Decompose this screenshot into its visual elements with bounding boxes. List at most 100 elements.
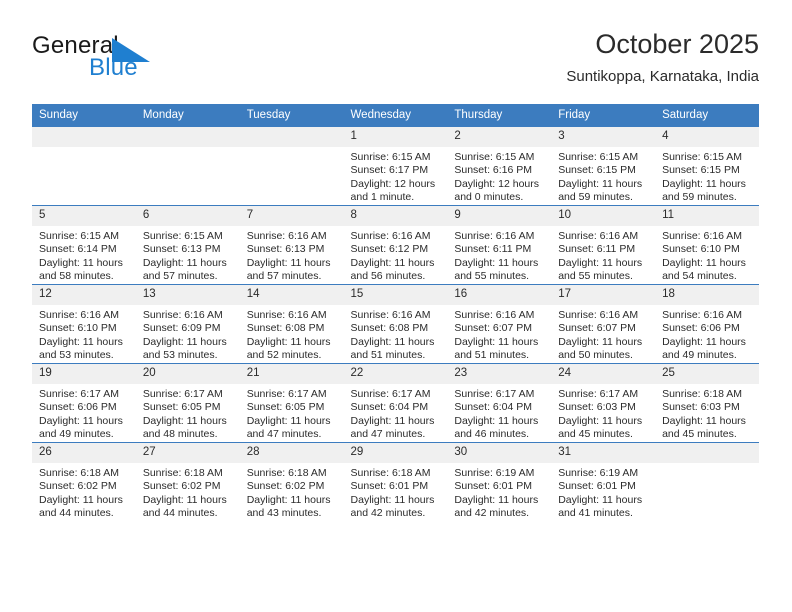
calendar-day-cell[interactable]: 4 Sunrise: 6:15 AM Sunset: 6:15 PM Daylight…: [655, 127, 759, 206]
sunrise-text: Sunrise: 6:17 AM: [350, 388, 431, 400]
calendar-day-cell[interactable]: 25 Sunrise: 6:18 AM Sunset: 6:03 PM Dayligh…: [655, 363, 759, 443]
day-details: Sunrise: 6:15 AM Sunset: 6:13 PM Daylight:…: [136, 226, 240, 284]
calendar-week-row: 1 Sunrise: 6:15 AM Sunset: 6:17 PM Daylight…: [32, 127, 759, 206]
day-details: Sunrise: 6:18 AM Sunset: 6:02 PM Daylight:…: [240, 463, 344, 521]
calendar-day-cell[interactable]: 30 Sunrise: 6:19 AM Sunset: 6:01 PM Dayligh…: [447, 442, 552, 521]
daylight-text: Daylight: 11 hours and 51 minutes.: [350, 335, 435, 362]
sunset-text: Sunset: 6:01 PM: [350, 480, 429, 493]
calendar-body: 1 Sunrise: 6:15 AM Sunset: 6:17 PM Daylight…: [32, 127, 759, 521]
day-details: Sunrise: 6:17 AM Sunset: 6:06 PM Daylight:…: [32, 384, 136, 442]
calendar-day-cell[interactable]: 6 Sunrise: 6:15 AM Sunset: 6:13 PM Daylight…: [135, 205, 240, 285]
calendar-day-cell[interactable]: 20 Sunrise: 6:17 AM Sunset: 6:05 PM Dayligh…: [135, 363, 240, 443]
sunrise-text: Sunrise: 6:15 AM: [454, 151, 535, 163]
day-details: Sunrise: 6:16 AM Sunset: 6:09 PM Daylight:…: [136, 305, 240, 363]
daylight-text: Daylight: 11 hours and 59 minutes.: [662, 177, 746, 204]
calendar-day-cell[interactable]: 7 Sunrise: 6:16 AM Sunset: 6:13 PM Daylight…: [239, 205, 344, 285]
day-number: 5: [32, 206, 136, 226]
calendar-day-cell[interactable]: 23 Sunrise: 6:17 AM Sunset: 6:04 PM Dayligh…: [447, 363, 552, 443]
calendar-day-cell[interactable]: 19 Sunrise: 6:17 AM Sunset: 6:06 PM Dayligh…: [32, 363, 136, 443]
calendar-day-cell[interactable]: 15 Sunrise: 6:16 AM Sunset: 6:08 PM Dayligh…: [343, 284, 448, 364]
calendar-day-cell[interactable]: 13 Sunrise: 6:16 AM Sunset: 6:09 PM Dayligh…: [135, 284, 240, 364]
day-details: Sunrise: 6:19 AM Sunset: 6:01 PM Daylight:…: [551, 463, 655, 521]
calendar-day-cell[interactable]: 24 Sunrise: 6:17 AM Sunset: 6:03 PM Dayligh…: [551, 363, 656, 443]
day-details: Sunrise: 6:15 AM Sunset: 6:15 PM Daylight:…: [655, 147, 759, 205]
sunrise-text: Sunrise: 6:15 AM: [558, 151, 639, 163]
calendar-day-cell[interactable]: 26 Sunrise: 6:18 AM Sunset: 6:02 PM Dayligh…: [32, 442, 136, 521]
sunset-text: Sunset: 6:14 PM: [39, 243, 117, 256]
daylight-text: Daylight: 11 hours and 41 minutes.: [558, 493, 643, 520]
calendar-day-cell[interactable]: 17 Sunrise: 6:16 AM Sunset: 6:07 PM Dayligh…: [551, 284, 656, 364]
calendar-day-cell[interactable]: 9 Sunrise: 6:16 AM Sunset: 6:11 PM Daylight…: [447, 205, 552, 285]
sunrise-text: Sunrise: 6:16 AM: [350, 230, 431, 242]
calendar-table: Sunday Monday Tuesday Wednesday Thursday…: [32, 104, 759, 521]
sunrise-text: Sunrise: 6:18 AM: [350, 467, 431, 479]
sunrise-text: Sunrise: 6:16 AM: [246, 230, 327, 242]
calendar-day-cell[interactable]: 27 Sunrise: 6:18 AM Sunset: 6:02 PM Dayligh…: [135, 442, 240, 521]
calendar-day-cell[interactable]: 31 Sunrise: 6:19 AM Sunset: 6:01 PM Dayligh…: [551, 442, 656, 521]
day-number: 31: [551, 443, 656, 463]
calendar-day-cell[interactable]: 8 Sunrise: 6:16 AM Sunset: 6:12 PM Daylight…: [343, 205, 448, 285]
sunset-text: Sunset: 6:06 PM: [39, 401, 117, 414]
calendar-day-cell[interactable]: 28 Sunrise: 6:18 AM Sunset: 6:02 PM Dayligh…: [239, 442, 344, 521]
daylight-text: Daylight: 11 hours and 47 minutes.: [246, 414, 331, 441]
day-number: [32, 127, 136, 147]
calendar-day-cell[interactable]: 18 Sunrise: 6:16 AM Sunset: 6:06 PM Dayligh…: [655, 284, 759, 364]
calendar-week-row: 12 Sunrise: 6:16 AM Sunset: 6:10 PM Dayligh…: [32, 284, 759, 364]
sunset-text: Sunset: 6:16 PM: [454, 164, 533, 177]
day-number: 27: [135, 443, 240, 463]
daylight-text: Daylight: 12 hours and 0 minutes.: [454, 177, 540, 204]
day-number: [655, 443, 759, 463]
calendar-day-cell[interactable]: 3 Sunrise: 6:15 AM Sunset: 6:15 PM Daylight…: [551, 127, 656, 206]
day-number: 23: [447, 364, 552, 384]
calendar-day-cell-empty: [655, 442, 759, 521]
calendar-day-cell[interactable]: 1 Sunrise: 6:15 AM Sunset: 6:17 PM Daylight…: [343, 127, 448, 206]
daylight-text: Daylight: 11 hours and 44 minutes.: [39, 493, 123, 520]
calendar-day-cell[interactable]: 5 Sunrise: 6:15 AM Sunset: 6:14 PM Daylight…: [32, 205, 136, 285]
calendar-week-row: 19 Sunrise: 6:17 AM Sunset: 6:06 PM Dayligh…: [32, 363, 759, 443]
sunrise-text: Sunrise: 6:16 AM: [454, 230, 535, 242]
sunset-text: Sunset: 6:13 PM: [142, 243, 221, 256]
sunrise-text: Sunrise: 6:19 AM: [558, 467, 639, 479]
daylight-text: Daylight: 11 hours and 46 minutes.: [454, 414, 539, 441]
calendar-day-cell[interactable]: 22 Sunrise: 6:17 AM Sunset: 6:04 PM Dayligh…: [343, 363, 448, 443]
day-number: 9: [447, 206, 552, 226]
calendar-day-cell[interactable]: 21 Sunrise: 6:17 AM Sunset: 6:05 PM Dayligh…: [239, 363, 344, 443]
calendar-day-cell[interactable]: 2 Sunrise: 6:15 AM Sunset: 6:16 PM Daylight…: [447, 127, 552, 206]
sunrise-text: Sunrise: 6:17 AM: [39, 388, 119, 400]
calendar-day-cell-empty: [135, 127, 240, 206]
calendar-day-cell[interactable]: 16 Sunrise: 6:16 AM Sunset: 6:07 PM Dayligh…: [447, 284, 552, 364]
general-blue-logo[interactable]: General Blue: [32, 32, 212, 88]
sunset-text: Sunset: 6:02 PM: [246, 480, 325, 493]
sunset-text: Sunset: 6:12 PM: [350, 243, 429, 256]
daylight-text: Daylight: 11 hours and 53 minutes.: [142, 335, 227, 362]
day-number: 26: [32, 443, 136, 463]
sunrise-text: Sunrise: 6:16 AM: [142, 309, 223, 321]
sunrise-text: Sunrise: 6:15 AM: [39, 230, 119, 242]
sunrise-text: Sunrise: 6:16 AM: [350, 309, 431, 321]
sunrise-text: Sunrise: 6:15 AM: [142, 230, 223, 242]
day-details: Sunrise: 6:18 AM Sunset: 6:02 PM Daylight:…: [136, 463, 240, 521]
calendar-day-cell[interactable]: 11 Sunrise: 6:16 AM Sunset: 6:10 PM Dayligh…: [655, 205, 759, 285]
day-number: 28: [239, 443, 344, 463]
daylight-text: Daylight: 11 hours and 45 minutes.: [558, 414, 643, 441]
weekday-header-thursday: Thursday: [447, 104, 552, 127]
day-number: 4: [655, 127, 759, 147]
weekday-header-saturday: Saturday: [655, 104, 759, 127]
day-number: 15: [343, 285, 448, 305]
sunrise-text: Sunrise: 6:17 AM: [558, 388, 639, 400]
sunset-text: Sunset: 6:07 PM: [558, 322, 636, 335]
sunset-text: Sunset: 6:10 PM: [39, 322, 117, 335]
day-number: 25: [655, 364, 759, 384]
sunset-text: Sunset: 6:03 PM: [558, 401, 636, 414]
day-details: Sunrise: 6:16 AM Sunset: 6:12 PM Daylight:…: [344, 226, 448, 284]
daylight-text: Daylight: 11 hours and 58 minutes.: [39, 256, 123, 283]
sunrise-text: Sunrise: 6:15 AM: [662, 151, 743, 163]
calendar-day-cell[interactable]: 12 Sunrise: 6:16 AM Sunset: 6:10 PM Dayligh…: [32, 284, 136, 364]
daylight-text: Daylight: 11 hours and 47 minutes.: [350, 414, 435, 441]
daylight-text: Daylight: 11 hours and 57 minutes.: [246, 256, 331, 283]
day-details: Sunrise: 6:16 AM Sunset: 6:13 PM Daylight:…: [240, 226, 344, 284]
calendar-day-cell[interactable]: 29 Sunrise: 6:18 AM Sunset: 6:01 PM Dayligh…: [343, 442, 448, 521]
page-header: General Blue October 2025 Suntikoppa, Ka…: [32, 28, 759, 98]
calendar-day-cell[interactable]: 10 Sunrise: 6:16 AM Sunset: 6:11 PM Dayligh…: [551, 205, 656, 285]
calendar-day-cell[interactable]: 14 Sunrise: 6:16 AM Sunset: 6:08 PM Dayligh…: [239, 284, 344, 364]
